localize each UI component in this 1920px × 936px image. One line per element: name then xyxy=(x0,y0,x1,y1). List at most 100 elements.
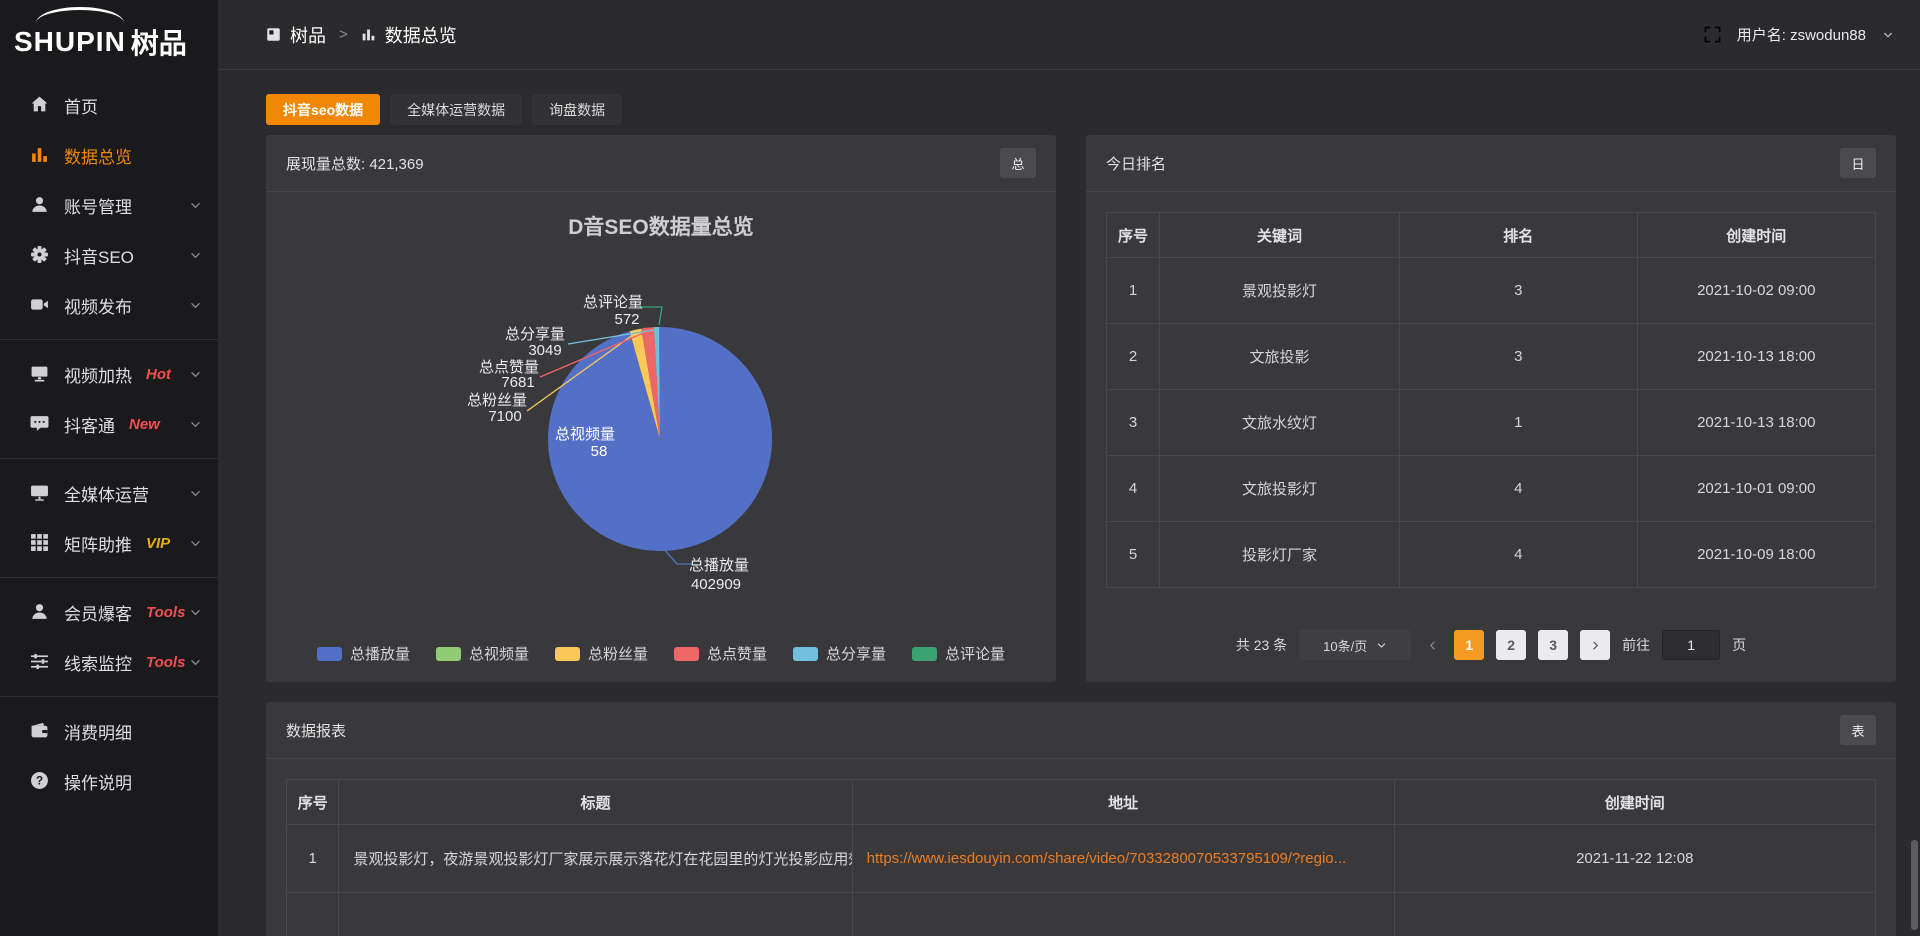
scrollbar-thumb[interactable] xyxy=(1911,840,1918,930)
column-header: 标题 xyxy=(339,780,852,825)
video-link[interactable]: https://www.iesdouyin.com/share/video/70… xyxy=(867,850,1347,867)
chevron-down-icon xyxy=(189,368,202,381)
pie-label-value: 7681 xyxy=(501,374,534,391)
column-header: 排名 xyxy=(1399,213,1637,258)
svg-text:?: ? xyxy=(36,774,43,787)
column-header: 序号 xyxy=(287,780,339,825)
data-report-title: 数据报表 xyxy=(286,720,346,741)
table-row: 1景观投影灯，夜游景观投影灯厂家展示展示落花灯在花园里的灯光投影应用效果 #ht… xyxy=(287,825,1876,893)
column-header: 关键词 xyxy=(1160,213,1400,258)
sidebar-item-wallet-15[interactable]: 消费明细 xyxy=(0,706,218,756)
legend-item-5[interactable]: 总评论量 xyxy=(912,643,1005,664)
table-cell: 景观投影灯，夜游景观投影灯厂家展示展示落花灯在花园里的灯光投影应用效果 # xyxy=(339,825,852,893)
logo-arc xyxy=(36,7,124,23)
breadcrumb-current: 数据总览 xyxy=(385,22,457,48)
legend-swatch xyxy=(436,647,461,661)
prev-page-button[interactable] xyxy=(1423,640,1442,651)
table-row: 2文旅投影32021-10-13 18:00 xyxy=(1107,324,1876,390)
legend-swatch xyxy=(674,647,699,661)
pie-label-value: 402909 xyxy=(691,576,741,593)
legend-item-1[interactable]: 总视频量 xyxy=(436,643,529,664)
page-button-1[interactable]: 1 xyxy=(1454,630,1484,660)
sidebar-item-gear-3[interactable]: 抖音SEO xyxy=(0,230,218,280)
table-cell: 2021-10-02 09:00 xyxy=(1637,258,1875,324)
pie-label-name: 总分享量 xyxy=(505,326,565,343)
chart-legend: 总播放量 总视频量 总粉丝量 总点赞量 总分享量 总评论量 xyxy=(266,643,1056,682)
breadcrumb-root[interactable]: 树品 xyxy=(290,22,326,48)
breadcrumb: 树品 > 数据总览 xyxy=(266,22,457,48)
legend-item-0[interactable]: 总播放量 xyxy=(317,643,410,664)
chart-title: D音SEO数据量总览 xyxy=(568,215,754,239)
page-size-value: 10条/页 xyxy=(1323,636,1367,655)
page-size-select[interactable]: 10条/页 xyxy=(1299,630,1411,660)
tab-button-1[interactable]: 全媒体运营数据 xyxy=(390,94,522,125)
table-cell: 3 xyxy=(1399,324,1637,390)
sidebar-item-chart-bar-1[interactable]: 数据总览 xyxy=(0,130,218,180)
douyin-seo-data-panel: 展现量总数: 421,369 总 总播放量402909总视频量58总粉丝量710… xyxy=(266,135,1056,682)
legend-swatch xyxy=(317,647,342,661)
table-row: 5投影灯厂家42021-10-09 18:00 xyxy=(1107,522,1876,588)
sidebar-item-grid-10[interactable]: 矩阵助推VIP xyxy=(0,518,218,568)
app-square-icon xyxy=(266,27,281,42)
fullscreen-icon[interactable] xyxy=(1704,26,1721,43)
sidebar-item-tv-6[interactable]: 视频加热Hot xyxy=(0,349,218,399)
sidebar-item-user-12[interactable]: 会员爆客Tools xyxy=(0,587,218,637)
legend-swatch xyxy=(912,647,937,661)
table-cell: 文旅投影 xyxy=(1160,324,1400,390)
table-cell: 文旅水纹灯 xyxy=(1160,390,1400,456)
goto-page-input[interactable] xyxy=(1662,630,1720,660)
table-badge-button[interactable]: 表 xyxy=(1840,715,1876,745)
page-button-3[interactable]: 3 xyxy=(1538,630,1568,660)
total-badge-button[interactable]: 总 xyxy=(1000,148,1036,178)
legend-item-3[interactable]: 总点赞量 xyxy=(674,643,767,664)
tab-button-0[interactable]: 抖音seo数据 xyxy=(266,94,380,125)
legend-item-2[interactable]: 总粉丝量 xyxy=(555,643,648,664)
pie-label-name: 总评论量 xyxy=(583,294,643,311)
sidebar-item-question-16[interactable]: ?操作说明 xyxy=(0,756,218,806)
sidebar-item-sliders-13[interactable]: 线索监控Tools xyxy=(0,637,218,687)
goto-unit: 页 xyxy=(1732,635,1746,655)
legend-label: 总评论量 xyxy=(945,643,1005,664)
sidebar-item-label: 首页 xyxy=(64,93,98,118)
legend-label: 总点赞量 xyxy=(707,643,767,664)
user-icon xyxy=(30,602,50,622)
next-page-button[interactable] xyxy=(1580,630,1610,660)
pie-label-name: 总粉丝量 xyxy=(467,392,527,409)
table-cell: 3 xyxy=(1107,390,1160,456)
gear-icon xyxy=(30,245,50,265)
sidebar-item-label: 会员爆客 xyxy=(64,600,132,625)
grid-icon xyxy=(30,533,50,553)
table-header-row: 序号标题地址创建时间 xyxy=(287,780,1876,825)
sidebar-item-video-4[interactable]: 视频发布 xyxy=(0,280,218,330)
page-button-2[interactable]: 2 xyxy=(1496,630,1526,660)
logo[interactable]: SHUPIN 树品 xyxy=(0,0,218,70)
legend-item-4[interactable]: 总分享量 xyxy=(793,643,886,664)
sidebar: SHUPIN 树品 首页数据总览账号管理抖音SEO 视频发布视频加热Hot 抖客通 N… xyxy=(0,0,218,936)
sidebar-item-label: 视频发布 xyxy=(64,293,132,318)
tv-icon xyxy=(30,364,50,384)
column-header: 地址 xyxy=(852,780,1394,825)
tab-button-2[interactable]: 询盘数据 xyxy=(532,94,622,125)
chevron-down-icon xyxy=(189,606,202,619)
table-cell: 4 xyxy=(1399,456,1637,522)
pagination: 共 23 条10条/页123前往页 xyxy=(1086,630,1896,660)
sidebar-item-chat-7[interactable]: 抖客通 New xyxy=(0,399,218,449)
table-cell xyxy=(339,893,852,936)
sidebar-item-monitor-9[interactable]: 全媒体运营 xyxy=(0,468,218,518)
sidebar-item-tag: New xyxy=(129,416,160,433)
sidebar-divider xyxy=(0,458,218,459)
table-cell: 2021-11-22 12:08 xyxy=(1394,825,1875,893)
username[interactable]: 用户名: zswodun88 xyxy=(1737,24,1866,45)
day-badge-button[interactable]: 日 xyxy=(1840,148,1876,178)
breadcrumb-separator: > xyxy=(339,26,348,43)
sidebar-item-label: 抖客通 xyxy=(64,412,115,437)
chevron-down-icon[interactable] xyxy=(1882,29,1894,41)
table-cell: https://www.iesdouyin.com/share/video/70… xyxy=(852,825,1394,893)
chat-icon xyxy=(30,414,50,434)
sidebar-item-home-0[interactable]: 首页 xyxy=(0,80,218,130)
sidebar-item-user-2[interactable]: 账号管理 xyxy=(0,180,218,230)
data-report-panel: 数据报表 表 序号标题地址创建时间1景观投影灯，夜游景观投影灯厂家展示展示落花灯… xyxy=(266,702,1896,936)
legend-swatch xyxy=(793,647,818,661)
logo-text-cn: 树品 xyxy=(131,22,187,62)
wallet-icon xyxy=(30,721,50,741)
